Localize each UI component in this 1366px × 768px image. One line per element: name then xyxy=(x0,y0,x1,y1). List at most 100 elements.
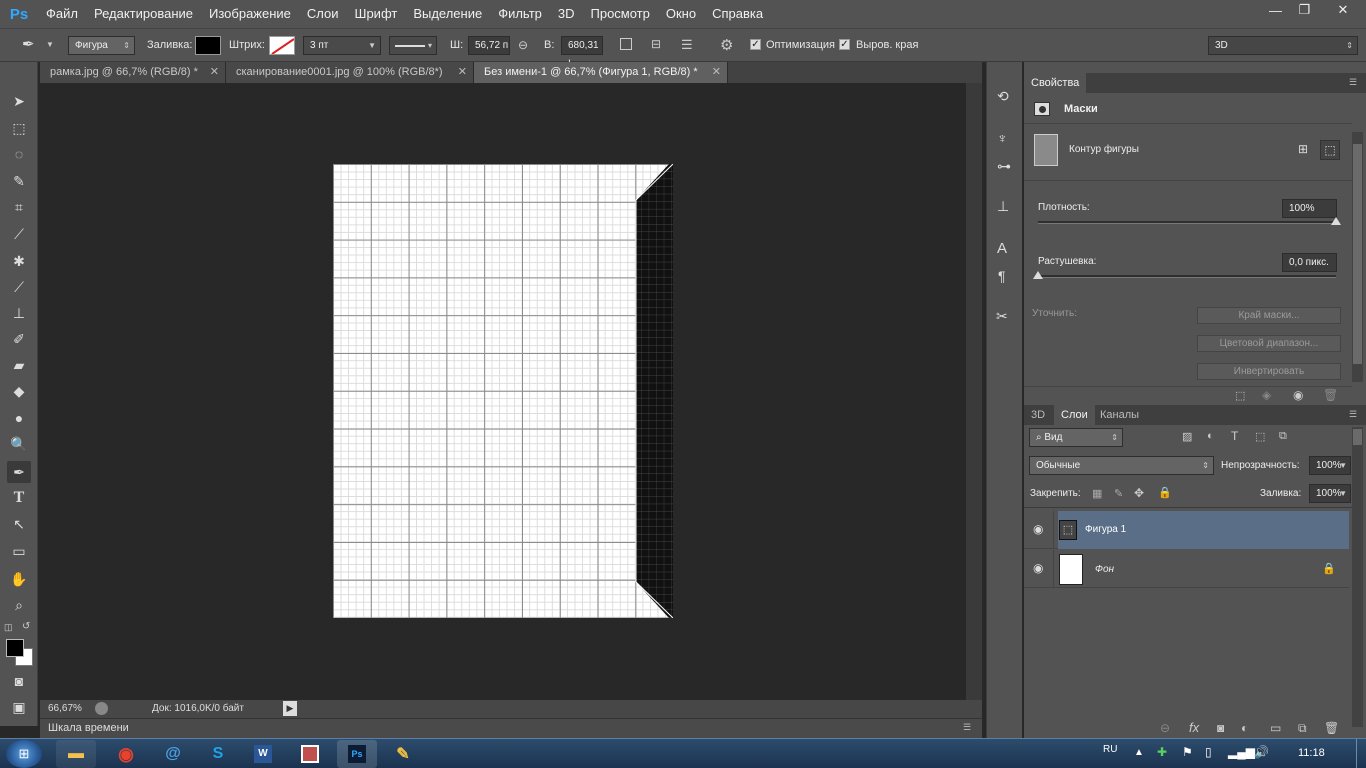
eye-icon[interactable]: ◉ xyxy=(1033,561,1043,575)
blend-mode-select[interactable]: Обычные ⇕ xyxy=(1029,456,1214,475)
panel-menu-icon[interactable]: ☰ xyxy=(1349,77,1357,88)
clone-source-icon[interactable]: ⊥ xyxy=(997,198,1009,215)
antialias-checkbox[interactable]: ✓ xyxy=(750,39,761,50)
path-arrangement-icon[interactable]: ☰ xyxy=(681,37,693,53)
network-icon[interactable]: ▂▄▆ xyxy=(1228,745,1255,759)
lock-all-icon[interactable]: 🔒 xyxy=(1158,486,1172,499)
foreground-color-swatch[interactable] xyxy=(6,639,24,657)
vertical-scrollbar[interactable] xyxy=(966,83,982,700)
feather-field[interactable]: 0,0 пикс. xyxy=(1282,253,1337,272)
default-colors-icon[interactable]: ◫ xyxy=(4,622,13,633)
brush-tool-icon[interactable]: ⟋ xyxy=(7,276,31,298)
quick-select-tool-icon[interactable]: ✎ xyxy=(7,170,31,192)
shape-layer-thumbnail-icon[interactable]: ⬚ xyxy=(1059,520,1077,540)
clone-stamp-tool-icon[interactable]: ⊥ xyxy=(7,302,31,324)
healing-brush-tool-icon[interactable]: ✱ xyxy=(7,250,31,272)
quick-mask-icon[interactable]: ◙ xyxy=(7,670,31,692)
eyedropper-tool-icon[interactable]: ⟋ xyxy=(7,223,31,245)
shape-mode-select[interactable]: Фигура ⇕ xyxy=(68,36,135,55)
start-button-icon[interactable]: ⊞ xyxy=(6,740,42,768)
paint-bucket-tool-icon[interactable]: ◆ xyxy=(7,380,31,402)
menu-file[interactable]: Файл xyxy=(38,0,86,28)
layer-thumbnail[interactable] xyxy=(1059,554,1083,585)
tab-3d[interactable]: 3D xyxy=(1024,405,1052,425)
adjustment-layer-icon[interactable]: ◐ xyxy=(1241,721,1248,735)
close-icon[interactable]: ✕ xyxy=(458,62,467,83)
menu-type[interactable]: Шрифт xyxy=(347,0,406,28)
status-info-icon[interactable] xyxy=(95,702,108,715)
lock-position-icon[interactable]: ✥ xyxy=(1134,486,1144,500)
invert-button[interactable]: Инвертировать xyxy=(1197,363,1341,380)
close-icon[interactable]: ✕ xyxy=(712,62,721,83)
new-layer-icon[interactable]: ⧉ xyxy=(1298,721,1307,736)
language-indicator[interactable]: RU xyxy=(1103,744,1117,755)
lock-transparent-icon[interactable]: ▦ xyxy=(1092,487,1102,500)
add-mask-icon[interactable]: ◙ xyxy=(1217,721,1224,735)
menu-filter[interactable]: Фильтр xyxy=(490,0,550,28)
eraser-tool-icon[interactable]: ▰ xyxy=(7,354,31,376)
gear-icon[interactable]: ⚙ xyxy=(720,36,733,54)
feather-slider-handle[interactable] xyxy=(1033,271,1043,279)
stroke-type-select[interactable]: ▾ xyxy=(389,36,437,55)
document-canvas[interactable] xyxy=(333,164,673,618)
lock-image-icon[interactable]: ✎ xyxy=(1114,487,1123,500)
stroke-width-field[interactable]: 3 пт ▼ xyxy=(303,36,381,55)
volume-icon[interactable]: 🔊 xyxy=(1254,745,1269,759)
vector-mask-thumbnail[interactable] xyxy=(1034,134,1058,166)
menu-window[interactable]: Окно xyxy=(658,0,704,28)
layers-scrollbar[interactable] xyxy=(1352,427,1363,727)
dodge-tool-icon[interactable]: 🔍 xyxy=(7,433,31,455)
tab-untitled[interactable]: Без имени-1 @ 66,7% (Фигура 1, RGB/8) * ✕ xyxy=(474,62,728,83)
eye-icon[interactable]: ◉ xyxy=(1033,522,1043,536)
fx-icon[interactable]: fx xyxy=(1189,720,1199,735)
mail-icon[interactable]: @ xyxy=(153,740,193,768)
align-edges-checkbox[interactable]: ✓ xyxy=(839,39,850,50)
link-layers-icon[interactable]: ⊖ xyxy=(1160,721,1170,735)
restore-icon[interactable]: ❐ xyxy=(1291,0,1318,20)
layer-row-figure[interactable]: ◉ ⬚ Фигура 1 xyxy=(1024,511,1349,549)
timeline-label[interactable]: Шкала времени xyxy=(48,722,129,734)
clock[interactable]: 11:18 xyxy=(1298,747,1325,759)
filter-pixel-icon[interactable]: ▨ xyxy=(1182,430,1192,443)
presentation-icon[interactable] xyxy=(290,740,330,768)
screen-mode-icon[interactable]: ▣ xyxy=(7,696,31,718)
color-range-button[interactable]: Цветовой диапазон... xyxy=(1197,335,1341,352)
tab-layers[interactable]: Слои xyxy=(1054,405,1095,425)
menu-select[interactable]: Выделение xyxy=(405,0,490,28)
menu-layers[interactable]: Слои xyxy=(299,0,347,28)
fill-swatch[interactable] xyxy=(195,36,221,55)
hand-tool-icon[interactable]: ✋ xyxy=(7,568,31,590)
trash-icon[interactable]: 🗑 xyxy=(1324,721,1339,735)
panel-menu-icon[interactable]: ☰ xyxy=(1349,409,1357,420)
properties-scrollbar[interactable] xyxy=(1352,132,1363,382)
apply-mask-icon[interactable]: ◈ xyxy=(1262,388,1271,402)
marquee-tool-icon[interactable]: ⬚ xyxy=(7,117,31,139)
filter-type-icon[interactable]: T xyxy=(1231,429,1238,443)
swap-colors-icon[interactable]: ↺ xyxy=(22,621,30,632)
menu-help[interactable]: Справка xyxy=(704,0,771,28)
path-alignment-icon[interactable]: ⊟ xyxy=(651,37,661,51)
workspace-select[interactable]: 3D ⇕ xyxy=(1208,36,1358,55)
explorer-icon[interactable]: ▬ xyxy=(56,740,96,768)
paragraph-icon[interactable]: ¶ xyxy=(998,268,1006,284)
word-icon[interactable]: W xyxy=(243,740,283,768)
move-tool-icon[interactable]: ➤ xyxy=(7,90,31,112)
history-icon[interactable]: ⟲ xyxy=(997,88,1009,105)
zoom-tool-icon[interactable]: ⌕ xyxy=(7,594,31,616)
battery-icon[interactable]: ▯ xyxy=(1205,745,1212,759)
status-menu-arrow-icon[interactable]: ▶ xyxy=(283,701,297,716)
paint-icon[interactable]: ✎ xyxy=(383,740,423,768)
pen-tool-preset-icon[interactable]: ✒ xyxy=(22,35,42,55)
density-field[interactable]: 100% xyxy=(1282,199,1337,218)
density-slider[interactable] xyxy=(1038,221,1336,224)
width-field[interactable]: 56,72 п xyxy=(468,36,510,55)
minimize-icon[interactable]: — xyxy=(1262,0,1289,20)
layer-name[interactable]: Фигура 1 xyxy=(1085,524,1126,535)
height-field[interactable]: 680,31 ı xyxy=(561,36,603,68)
filter-adjustment-icon[interactable]: ◐ xyxy=(1207,430,1214,442)
chevron-down-icon[interactable]: ▼ xyxy=(46,40,54,49)
type-tool-icon[interactable]: T xyxy=(7,487,31,509)
skype-icon[interactable]: S xyxy=(198,740,238,768)
layer-filter-select[interactable]: ⌕ Вид ⇕ xyxy=(1029,428,1123,447)
tool-presets-icon[interactable]: ✂ xyxy=(996,308,1008,325)
